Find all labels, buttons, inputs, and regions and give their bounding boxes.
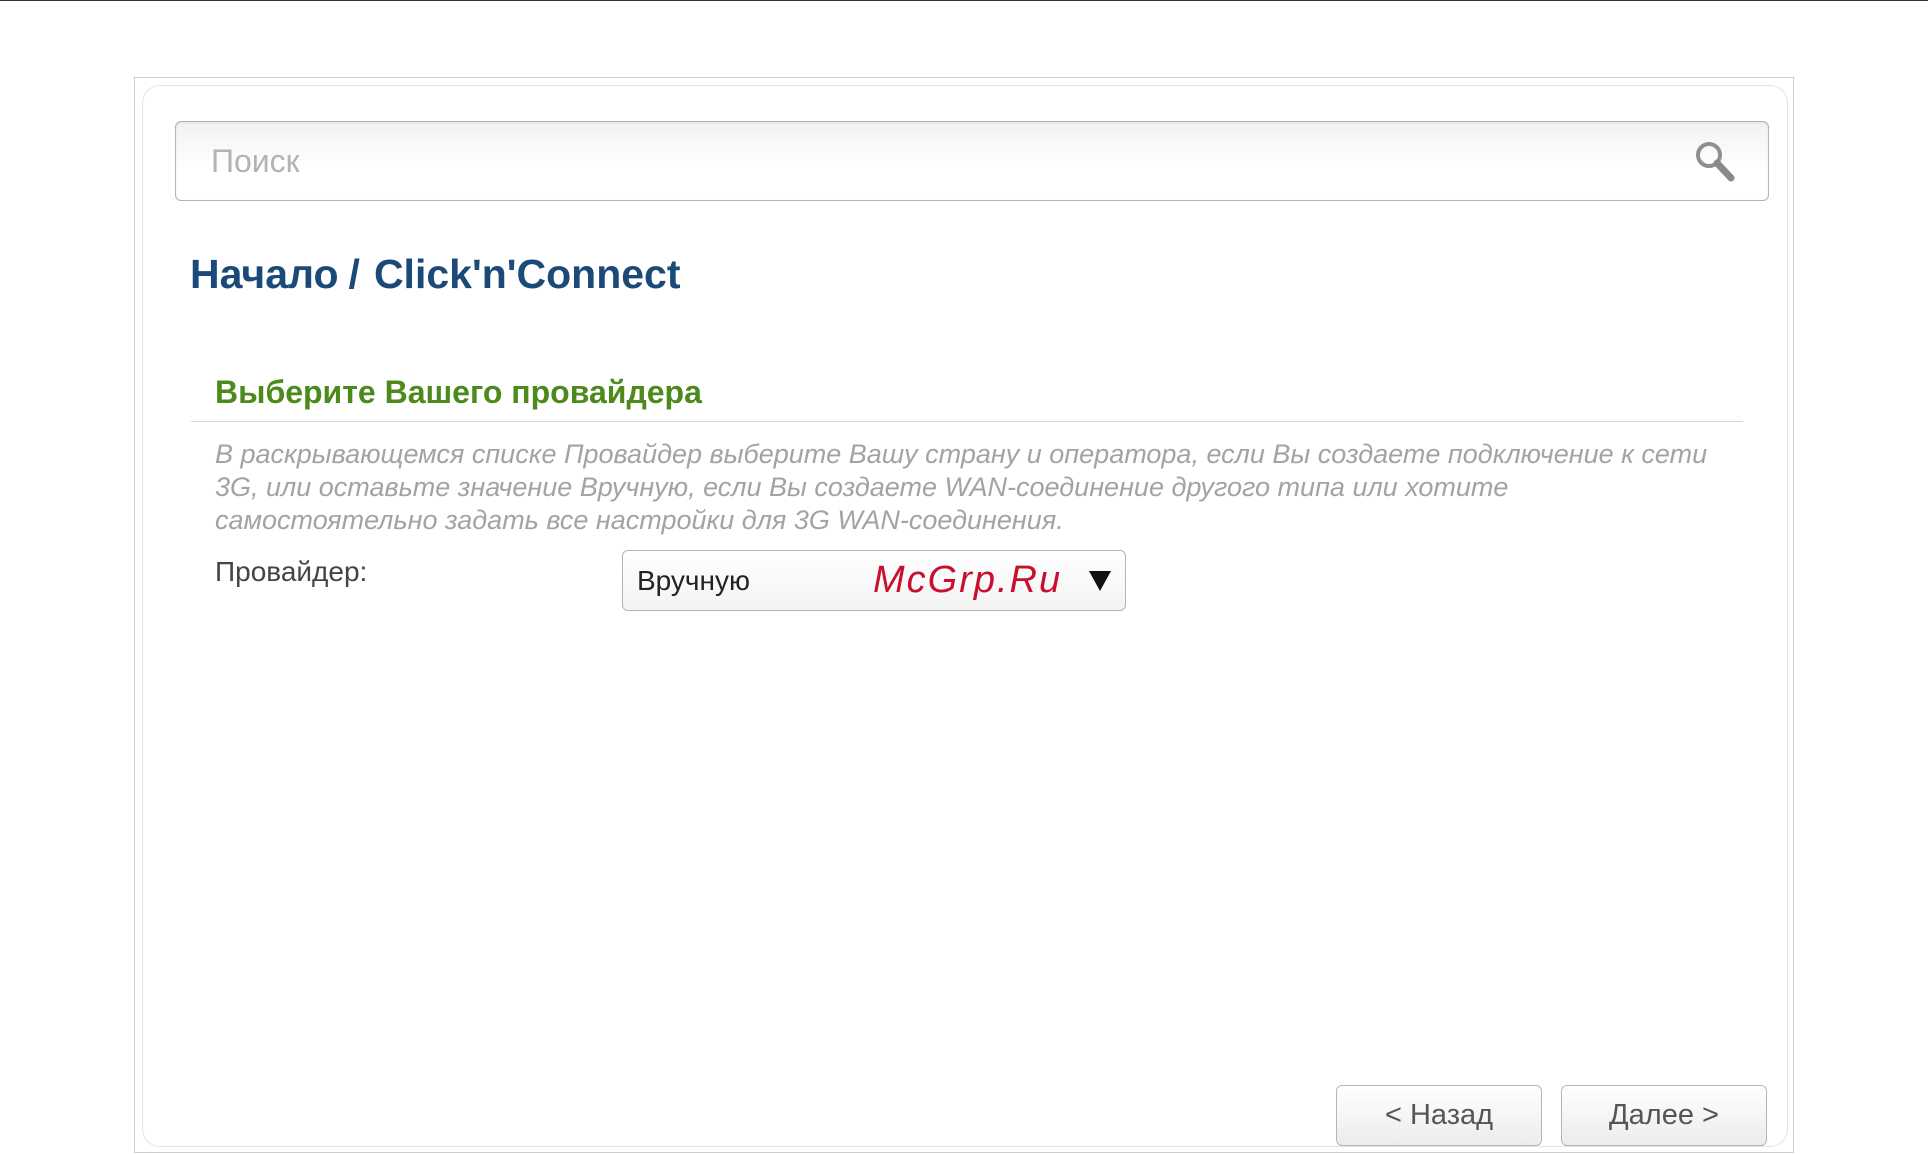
breadcrumb-separator: / [348,251,360,297]
page-frame: Начало/ Click'n'Connect Выберите Вашего п… [134,77,1794,1153]
section-title: Выберите Вашего провайдера [215,374,702,410]
provider-selected-value: Вручную [637,565,750,596]
section-description: В раскрывающемся списке Провайдер выбери… [215,439,1708,535]
provider-select[interactable]: Вручную McGrp.Ru [622,550,1126,611]
section-divider [191,421,1743,422]
search-icon[interactable] [1692,138,1740,186]
breadcrumb-root[interactable]: Начало [190,251,339,297]
content-panel: Начало/ Click'n'Connect Выберите Вашего п… [142,85,1788,1147]
provider-label: Провайдер: [215,556,368,587]
top-divider [0,0,1928,1]
search-input[interactable] [176,122,1676,200]
page-title: Начало / Click'n'Connect [190,251,681,298]
next-button[interactable]: Далее > [1561,1085,1767,1146]
breadcrumb-current: Click'n'Connect [373,251,681,297]
search-bar [175,121,1769,201]
watermark: McGrp.Ru [873,559,1063,601]
back-button[interactable]: < Назад [1336,1085,1542,1146]
chevron-down-icon [1089,571,1111,591]
